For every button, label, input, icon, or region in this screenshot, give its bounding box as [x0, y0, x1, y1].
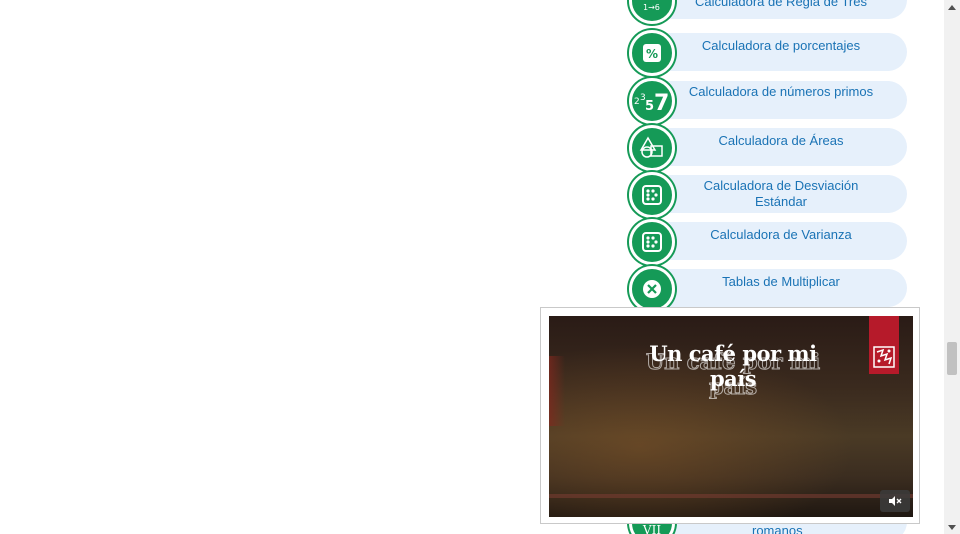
- calculator-item-areas[interactable]: Calculadora de Áreas: [629, 125, 907, 171]
- calculator-label[interactable]: romanos: [752, 524, 803, 534]
- multiply-icon: [629, 266, 675, 312]
- brand-logo: [869, 316, 899, 374]
- prime-numbers-icon: 2357: [629, 78, 675, 124]
- calculator-item-standard-deviation[interactable]: Calculadora de Desviación Estándar: [629, 172, 907, 218]
- calculator-label[interactable]: Calculadora de Varianza: [687, 227, 875, 243]
- page-content: Calculadora de Regla de Tres 2→31→6 Calc…: [0, 0, 944, 534]
- roman-numerals-icon-text: VII: [642, 523, 662, 534]
- dice-stats-icon: [629, 172, 675, 218]
- calculator-label[interactable]: Calculadora de Desviación Estándar: [687, 178, 875, 210]
- calculator-label[interactable]: Calculadora de Regla de Tres: [687, 0, 875, 10]
- svg-text:1→6: 1→6: [643, 3, 660, 12]
- calculator-item-percentages[interactable]: Calculadora de porcentajes %: [629, 30, 907, 76]
- svg-text:2→3: 2→3: [643, 0, 660, 2]
- scrollbar-thumb[interactable]: [947, 342, 957, 375]
- rule-of-three-icon: 2→31→6: [629, 0, 675, 24]
- svg-text:%: %: [646, 47, 658, 61]
- dice-stats-icon: [629, 219, 675, 265]
- vertical-scrollbar[interactable]: [944, 0, 960, 534]
- mute-button[interactable]: [880, 490, 910, 512]
- video-popup[interactable]: Un café por mi país Un café por mi país: [540, 307, 920, 524]
- calculator-item-multiplication-tables[interactable]: Tablas de Multiplicar: [629, 266, 907, 312]
- calculator-label[interactable]: Calculadora de porcentajes: [687, 38, 875, 54]
- video-player[interactable]: Un café por mi país Un café por mi país: [549, 316, 913, 517]
- brand-logo-icon: [873, 346, 895, 368]
- shapes-area-icon: [629, 125, 675, 171]
- calculator-label[interactable]: Tablas de Multiplicar: [687, 274, 875, 290]
- percent-icon: %: [629, 30, 675, 76]
- calculator-label[interactable]: Calculadora de Áreas: [687, 133, 875, 149]
- svg-text:2: 2: [634, 97, 640, 107]
- svg-text:7: 7: [654, 91, 669, 114]
- scroll-down-arrow-icon[interactable]: [944, 520, 960, 534]
- calculator-item-prime-numbers[interactable]: Calculadora de números primos 2357: [629, 78, 907, 124]
- calculator-label[interactable]: Calculadora de números primos: [687, 84, 875, 100]
- video-title: Un café por mi país: [649, 341, 817, 391]
- calculator-item-variance[interactable]: Calculadora de Varianza: [629, 219, 907, 265]
- video-background-detail: [549, 494, 913, 498]
- muted-speaker-icon: [889, 496, 902, 506]
- svg-text:5: 5: [645, 99, 654, 114]
- video-background-detail: [549, 356, 565, 426]
- calculator-item-rule-of-three[interactable]: Calculadora de Regla de Tres 2→31→6: [629, 0, 907, 24]
- scroll-up-arrow-icon[interactable]: [944, 0, 960, 14]
